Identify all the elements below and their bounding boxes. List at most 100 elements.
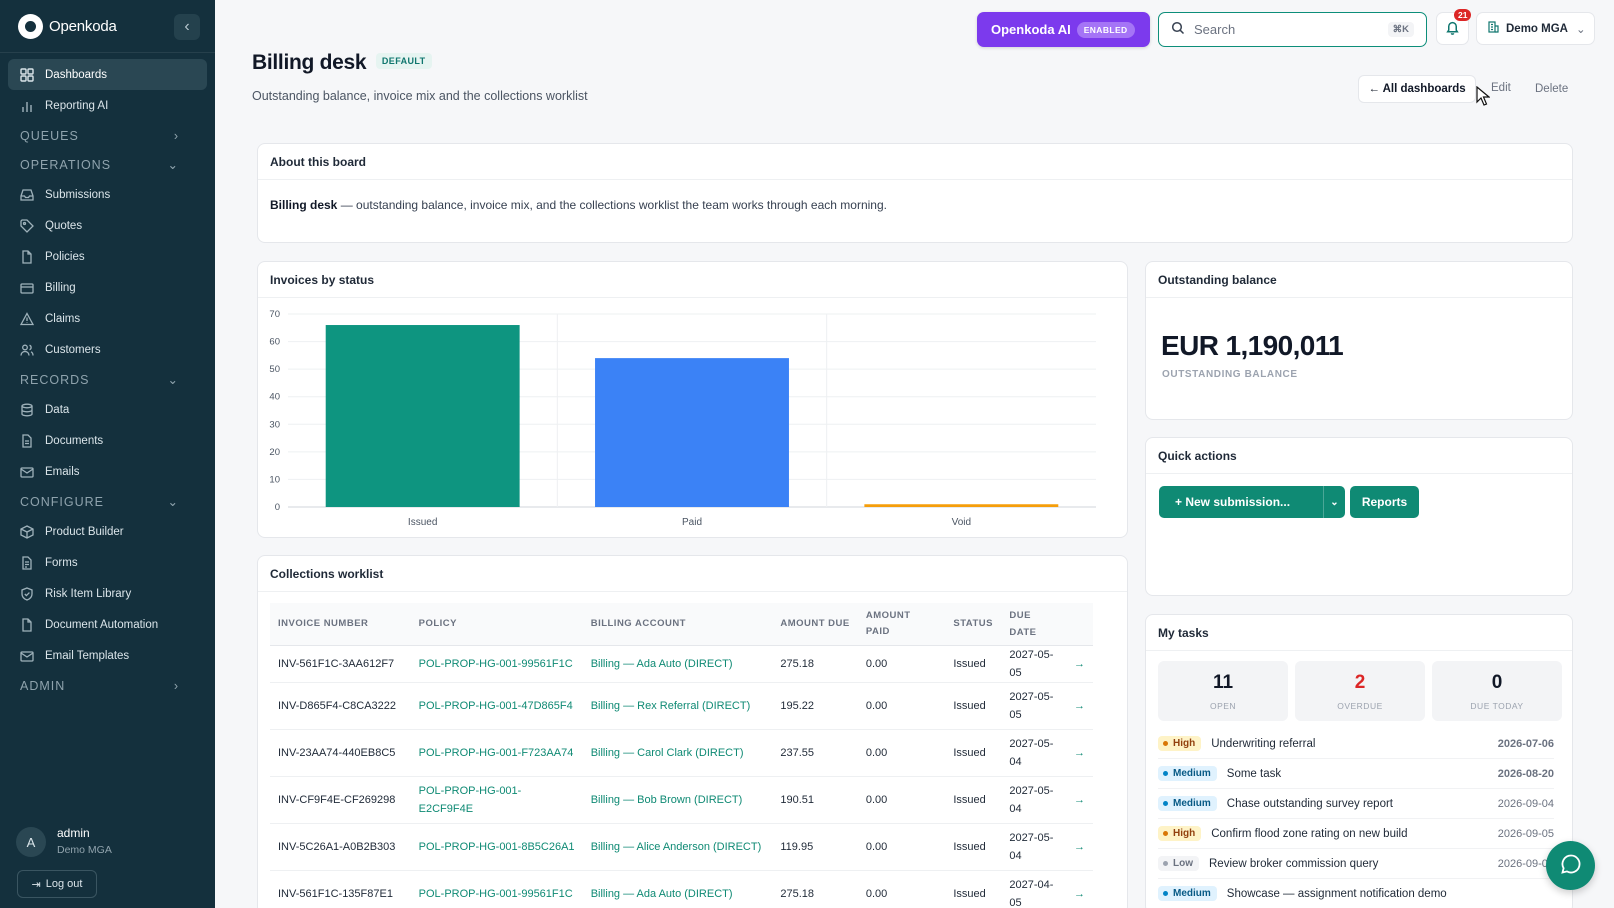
task-item[interactable]: Medium Chase outstanding survey report 202… [1158,789,1554,819]
sidebar-item-label: Product Builder [45,525,124,538]
status: Issued [945,823,1002,871]
sidebar-item-customers[interactable]: Customers [8,334,207,365]
ai-enabled-badge: ENABLED [1076,21,1135,38]
invoices-by-status-card: Invoices by status 0 10 20 30 40 50 60 70 Issued… [257,261,1128,538]
column-header[interactable]: STATUS [945,603,1002,646]
policy-link[interactable]: POL-PROP-HG-001-99561F1C [410,645,583,683]
table-row[interactable]: INV-D865F4-C8CA3222 POL-PROP-HG-001-47D86… [270,682,1093,730]
invoice-number: INV-561F1C-135F87E1 [270,870,411,908]
task-item[interactable]: Low Review broker commission query 2026-09… [1158,849,1554,879]
table-row[interactable]: INV-23AA74-440EB8C5 POL-PROP-HG-001-F723A… [270,729,1093,777]
row-arrow-icon[interactable]: → [1065,823,1093,871]
sidebar-item-email-templates[interactable]: Email Templates [8,640,207,671]
delete-link[interactable]: Delete [1535,83,1568,95]
task-title: Confirm flood zone rating on new build [1211,827,1408,840]
search-input[interactable] [1194,22,1379,37]
sidebar-item-emails[interactable]: Emails [8,456,207,487]
row-arrow-icon[interactable]: → [1065,729,1093,777]
section-queues[interactable]: QUEUES › [8,121,207,150]
billing-account-link[interactable]: Billing — Alice Anderson (DIRECT) [582,823,773,871]
billing-account-link[interactable]: Billing — Ada Auto (DIRECT) [582,645,773,683]
sidebar-item-policies[interactable]: Policies [8,241,207,272]
column-header[interactable]: INVOICE NUMBER [270,603,411,646]
policy-link[interactable]: POL-PROP-HG-001-47D865F4 [410,682,583,730]
amount-due: 237.55 [772,729,858,777]
notifications-button[interactable]: 21 [1436,9,1472,45]
table-row[interactable]: INV-561F1C-135F87E1 POL-PROP-HG-001-99561… [270,870,1093,908]
column-header[interactable]: POLICY [410,603,583,646]
search-box[interactable]: ⌘K [1158,12,1427,47]
sidebar-item-product-builder[interactable]: Product Builder [8,516,207,547]
grid-icon [20,67,34,82]
sidebar-item-forms[interactable]: Forms [8,547,207,578]
table-row[interactable]: INV-CF9F4E-CF269298 POL-PROP-HG-001-E2CF9… [270,776,1093,824]
chevron-right-icon: › [173,678,179,693]
document-icon [20,433,34,448]
x-tick-label: Paid [682,517,702,528]
logout-label: Log out [45,878,83,890]
section-operations[interactable]: OPERATIONS ⌄ [8,150,207,179]
collapse-sidebar-button[interactable]: ‹ [174,14,200,40]
due-date: 2027-05-05 [1001,682,1066,730]
sidebar-item-data[interactable]: Data [8,394,207,425]
sidebar-item-submissions[interactable]: Submissions [8,179,207,210]
sidebar-item-documents[interactable]: Documents [8,425,207,456]
balance-value: EUR 1,190,011 [1161,330,1344,361]
org-selector[interactable]: Demo MGA ⌄ [1476,12,1595,45]
sidebar-item-reporting-ai[interactable]: Reporting AI [8,90,207,121]
task-item[interactable]: High Underwriting referral 2026-07-06 [1158,729,1554,759]
policy-link[interactable]: POL-PROP-HG-001-8B5C26A1 [410,823,583,871]
section-admin[interactable]: ADMIN › [8,671,207,700]
policy-link[interactable]: POL-PROP-HG-001-99561F1C [410,870,583,908]
table-row[interactable]: INV-5C26A1-A0B2B303 POL-PROP-HG-001-8B5C2… [270,823,1093,871]
sidebar-item-document-automation[interactable]: Document Automation [8,609,207,640]
chevron-down-icon: ⌄ [167,495,179,509]
task-item[interactable]: High Confirm flood zone rating on new bui… [1158,819,1554,849]
section-records[interactable]: RECORDS ⌄ [8,365,207,394]
row-arrow-icon[interactable]: → [1065,682,1093,730]
section-label: ADMIN [20,678,66,693]
reports-button[interactable]: Reports [1350,486,1419,518]
all-dashboards-button[interactable]: ← All dashboards [1358,75,1476,103]
quick-actions-card: Quick actions + New submission... ⌄ Repo… [1145,437,1573,596]
sidebar-item-risk-item-library[interactable]: Risk Item Library [8,578,207,609]
card-title: Invoices by status [258,262,1127,298]
openkoda-ai-button[interactable]: Openkoda AI ENABLED [977,12,1150,47]
sidebar-item-label: Email Templates [45,649,130,662]
chat-button[interactable] [1546,841,1595,890]
new-submission-button[interactable]: + New submission... ⌄ [1159,486,1345,518]
sidebar-item-claims[interactable]: Claims [8,303,207,334]
y-tick-label: 60 [269,337,280,348]
edit-link[interactable]: Edit [1491,82,1511,94]
openkoda-logo[interactable] [18,13,43,39]
task-item[interactable]: Medium Showcase — assignment notification… [1158,879,1554,908]
row-arrow-icon[interactable]: → [1065,870,1093,908]
chevron-down-icon[interactable]: ⌄ [1323,486,1345,518]
billing-account-link[interactable]: Billing — Rex Referral (DIRECT) [582,682,773,730]
invoice-number: INV-561F1C-3AA612F7 [270,645,411,683]
bell-icon [1445,20,1460,38]
column-header[interactable]: DUE DATE [1001,603,1066,646]
row-arrow-icon[interactable]: → [1065,645,1093,683]
logout-button[interactable]: ⇥ Log out [17,870,97,898]
column-header[interactable]: AMOUNT DUE [772,603,858,646]
table-row[interactable]: INV-561F1C-3AA612F7 POL-PROP-HG-001-99561… [270,645,1093,683]
sidebar-nav: Dashboards Reporting AI QUEUES › OPERATIO… [0,53,215,706]
column-header[interactable]: BILLING ACCOUNT [582,603,773,646]
column-header[interactable]: AMOUNT PAID [857,603,946,646]
task-item[interactable]: Medium Some task 2026-08-20 [1158,759,1554,789]
billing-account-link[interactable]: Billing — Bob Brown (DIRECT) [582,776,773,824]
policy-link[interactable]: POL-PROP-HG-001-F723AA74 [410,729,583,777]
sidebar-item-billing[interactable]: Billing [8,272,207,303]
stat-value: 11 [1212,672,1234,693]
billing-account-link[interactable]: Billing — Ada Auto (DIRECT) [582,870,773,908]
avatar[interactable]: A [16,827,46,857]
amount-paid: 0.00 [857,729,946,777]
policy-link[interactable]: POL-PROP-HG-001-E2CF9F4E [410,776,583,824]
sidebar-item-dashboards[interactable]: Dashboards [8,59,207,90]
section-configure[interactable]: CONFIGURE ⌄ [8,487,207,516]
sidebar-item-quotes[interactable]: Quotes [8,210,207,241]
billing-account-link[interactable]: Billing — Carol Clark (DIRECT) [582,729,773,777]
amount-paid: 0.00 [857,870,946,908]
row-arrow-icon[interactable]: → [1065,776,1093,824]
